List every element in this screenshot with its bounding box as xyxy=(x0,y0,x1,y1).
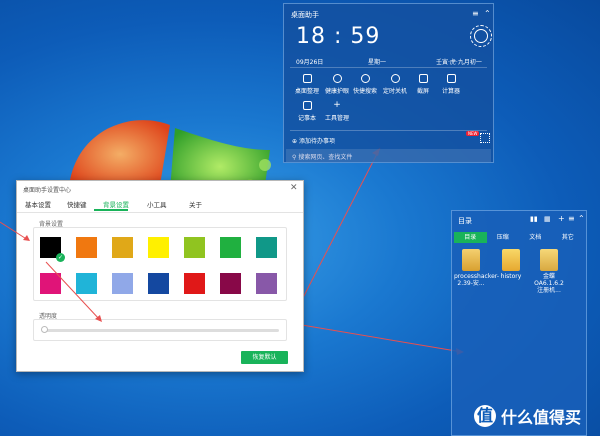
collapse-icon[interactable]: ⌃ xyxy=(484,9,491,18)
tool-label: 截屏 xyxy=(416,88,429,95)
color-swatch[interactable] xyxy=(112,273,133,294)
date-text: 09月26日 xyxy=(296,59,324,66)
tab-documents[interactable]: 文档 xyxy=(519,232,552,243)
menu-icon[interactable]: ≡ xyxy=(472,9,479,18)
dialog-title: 桌面助手设置中心 xyxy=(23,187,72,194)
color-swatch[interactable] xyxy=(184,273,205,294)
collapse-icon[interactable]: ⌃ xyxy=(578,214,585,223)
tab-background-settings[interactable]: 背景设置 xyxy=(103,199,129,209)
directory-title: 目录 xyxy=(458,217,472,225)
grid-view-icon[interactable]: ▦ xyxy=(544,215,551,223)
color-swatch[interactable] xyxy=(256,273,277,294)
desktop-assistant-widget: 桌面助手 ≡ ⌃ 18 : 59 09月26日 星期一 壬寅·虎·九月初一 桌面… xyxy=(283,3,494,163)
add-todo-link[interactable]: ⊕ 添加待办事项 xyxy=(292,136,335,145)
directory-tabs: 目录 压缩 文档 其它 xyxy=(454,232,584,243)
file-icon xyxy=(462,249,480,271)
divider xyxy=(290,67,487,68)
tool-label: 记事本 xyxy=(297,115,316,122)
calculator-icon xyxy=(446,74,456,83)
tab-basic-settings[interactable]: 基本设置 xyxy=(25,199,51,209)
color-swatch[interactable] xyxy=(76,273,97,294)
color-swatch[interactable] xyxy=(148,273,169,294)
opacity-slider-handle[interactable] xyxy=(41,326,48,333)
new-badge: NEW xyxy=(466,131,480,136)
divider xyxy=(17,212,303,213)
watermark-text: 什么值得买 xyxy=(501,408,582,427)
tool-timed-shutdown[interactable]: 定时关机 xyxy=(380,74,410,95)
active-tab-indicator xyxy=(94,209,128,211)
tab-compressed[interactable]: 压缩 xyxy=(487,232,520,243)
lunar-date-text: 壬寅·虎·九月初一 xyxy=(436,59,482,66)
tool-quick-search[interactable]: 快捷搜索 xyxy=(350,74,380,95)
crop-icon xyxy=(418,74,428,83)
tool-calculator[interactable]: 计算器 xyxy=(436,74,466,95)
menu-icon[interactable]: ≡ xyxy=(568,214,575,223)
site-watermark: 值什么值得买 xyxy=(474,404,581,428)
color-swatch[interactable] xyxy=(112,237,133,258)
power-icon xyxy=(390,74,400,83)
settings-dialog: 桌面助手设置中心 ✕ 基本设置 快捷键 背景设置 小工具 关于 背景设置 ✓ 透… xyxy=(16,180,304,372)
widget-search-input[interactable]: ⚲ 搜索网页、查找文件 xyxy=(286,149,491,162)
tool-label: 计算器 xyxy=(441,88,460,95)
color-swatch[interactable] xyxy=(220,237,241,258)
file-item[interactable]: history xyxy=(494,249,528,280)
add-todo-label: 添加待办事项 xyxy=(298,138,335,145)
color-swatch[interactable] xyxy=(76,237,97,258)
tool-label: 工具管理 xyxy=(324,115,349,122)
opacity-slider-track[interactable] xyxy=(43,329,279,332)
file-name: processhacker-2.39-安... xyxy=(454,273,500,287)
color-swatch[interactable] xyxy=(184,237,205,258)
tool-manage[interactable]: + 工具管理 xyxy=(322,100,352,123)
file-item[interactable]: processhacker-2.39-安... xyxy=(454,249,500,287)
notepad-icon xyxy=(302,101,312,110)
folder-icon xyxy=(540,249,558,271)
eye-icon xyxy=(332,74,342,83)
tool-notepad[interactable]: 记事本 xyxy=(292,101,322,122)
reset-default-button[interactable]: 恢复默认 xyxy=(241,351,288,364)
weekday-text: 星期一 xyxy=(368,59,387,66)
file-name: history xyxy=(500,273,522,280)
tool-label: 健康护眼 xyxy=(324,88,349,95)
tool-label: 桌面整理 xyxy=(294,88,319,95)
color-swatch[interactable] xyxy=(220,273,241,294)
file-item[interactable]: 金蝶OA6.1.6.2注册机... xyxy=(532,249,566,294)
color-swatch[interactable] xyxy=(40,273,61,294)
monitor-icon xyxy=(302,74,312,83)
tab-other[interactable]: 其它 xyxy=(552,232,585,243)
color-swatch[interactable] xyxy=(256,237,277,258)
widget-title: 桌面助手 xyxy=(291,11,319,19)
weather-sun-icon[interactable] xyxy=(470,25,492,47)
directory-panel: 目录 ▮▮ ▦ + ≡ ⌃ 目录 压缩 文档 其它 processhacker-… xyxy=(451,210,587,436)
search-placeholder: 搜索网页、查找文件 xyxy=(298,154,353,161)
close-icon[interactable]: ✕ xyxy=(290,183,298,193)
add-icon[interactable]: + xyxy=(558,214,565,223)
tool-screenshot[interactable]: 截屏 xyxy=(408,74,438,95)
divider xyxy=(290,130,487,131)
clock-time: 18 : 59 xyxy=(296,24,381,49)
file-name: 金蝶OA6.1.6.2注册机... xyxy=(534,273,564,294)
tab-directory[interactable]: 目录 xyxy=(454,232,487,243)
color-swatch[interactable] xyxy=(148,237,169,258)
selected-check-icon: ✓ xyxy=(56,253,65,262)
tab-widgets[interactable]: 小工具 xyxy=(147,199,167,209)
tab-about[interactable]: 关于 xyxy=(189,199,202,209)
brand-logo-icon: 值 xyxy=(474,405,496,427)
tool-label: 快捷搜索 xyxy=(352,88,377,95)
list-view-icon[interactable]: ▮▮ xyxy=(530,215,538,223)
folder-icon xyxy=(502,249,520,271)
qr-code-icon[interactable] xyxy=(480,133,490,143)
tool-label: 定时关机 xyxy=(382,88,407,95)
search-icon xyxy=(360,74,370,83)
tool-eye-care[interactable]: 健康护眼 xyxy=(322,74,352,95)
tab-hotkeys[interactable]: 快捷键 xyxy=(67,199,87,209)
tool-desktop-organize[interactable]: 桌面整理 xyxy=(292,74,322,95)
plus-icon: + xyxy=(333,100,341,110)
